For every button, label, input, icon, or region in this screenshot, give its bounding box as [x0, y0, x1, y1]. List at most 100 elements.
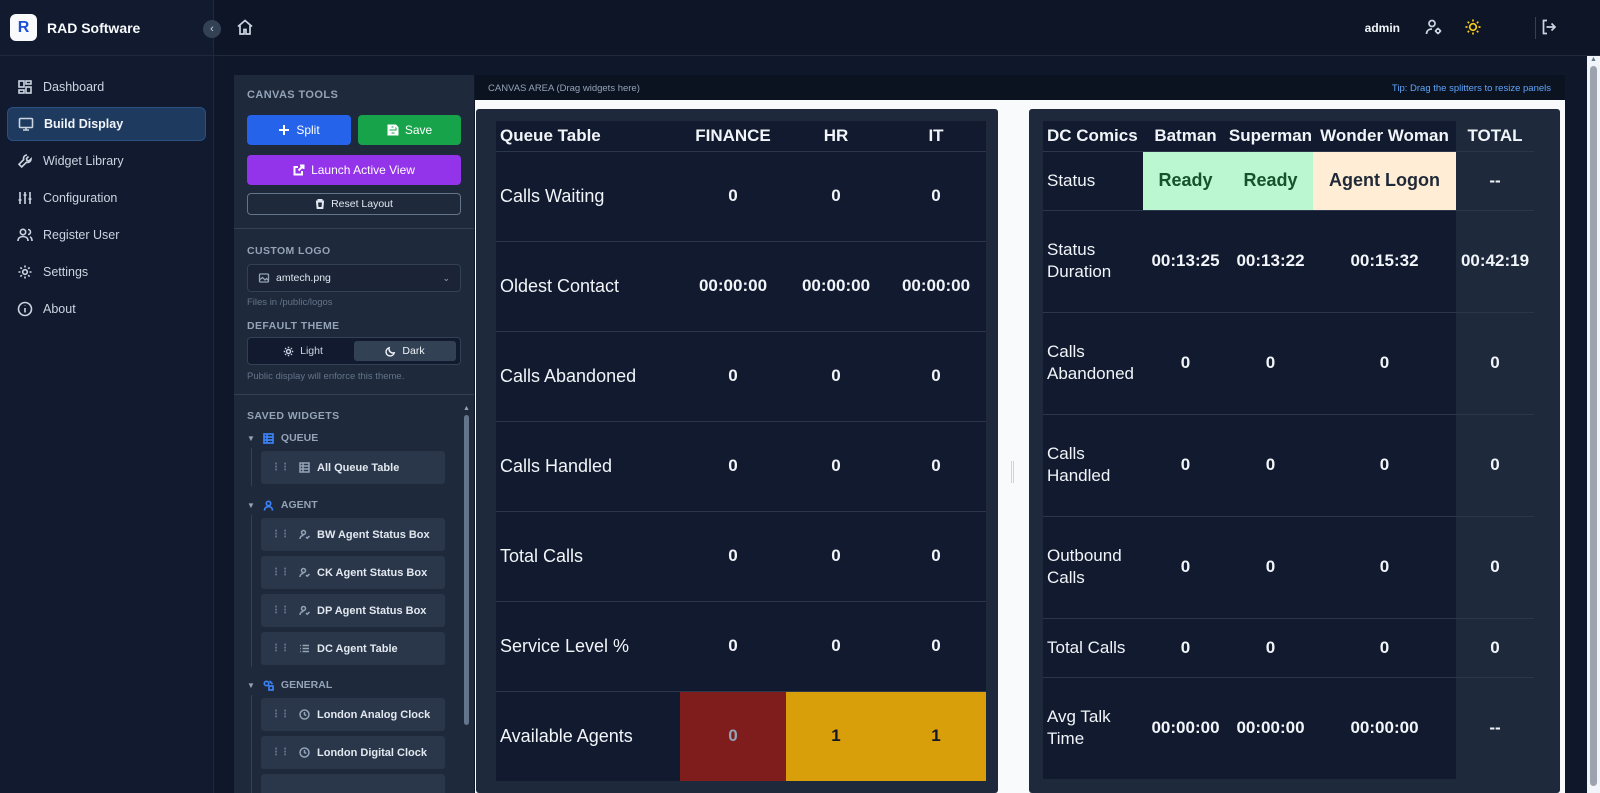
table-cell: 0: [786, 330, 886, 421]
scroll-up-arrow-icon[interactable]: ▲: [463, 405, 470, 412]
drag-handle-icon[interactable]: ⋮⋮: [271, 643, 290, 654]
launch-label: Launch Active View: [311, 163, 415, 177]
queue-table: Queue Table FINANCE HR IT Calls Waiting …: [496, 121, 986, 781]
table-cell: 0: [680, 510, 786, 601]
brand-logo-icon: R: [10, 14, 37, 41]
row-label: Avg Talk Time: [1043, 676, 1143, 779]
nav-item-widget-library[interactable]: Widget Library: [7, 144, 206, 178]
widget-item-label: DC Agent Table: [317, 642, 398, 655]
table-cell: 0: [886, 330, 986, 421]
divider: [1535, 17, 1536, 39]
gear-icon: [18, 265, 32, 279]
save-button[interactable]: Save: [358, 115, 461, 145]
theme-toggle-sun-icon[interactable]: [1464, 18, 1484, 38]
table-cell: 00:13:25: [1143, 209, 1228, 312]
user-icon: [263, 499, 274, 511]
row-label: Status Duration: [1043, 209, 1143, 312]
row-label: Calls Abandoned: [496, 330, 680, 421]
table-row: Calls Handled 0 0 0 0: [1043, 413, 1534, 516]
table-cell-warning: 1: [786, 690, 886, 781]
widget-item-label: London Analog Clock: [317, 708, 431, 721]
table-cell: 0: [1456, 617, 1534, 677]
table-cell: 0: [886, 510, 986, 601]
tools-scrollbar[interactable]: ▲: [463, 405, 470, 793]
page-scrollbar[interactable]: ▲: [1587, 56, 1600, 793]
user-check-icon: [299, 605, 310, 616]
table-row: Outbound Calls 0 0 0 0: [1043, 515, 1534, 618]
table-row: Calls Abandoned 0 0 0: [496, 330, 986, 421]
reset-layout-button[interactable]: Reset Layout: [247, 193, 461, 215]
drag-handle-icon[interactable]: ⋮⋮: [271, 709, 290, 720]
widget-item-dc-agent-table[interactable]: ⋮⋮ DC Agent Table: [261, 632, 445, 665]
widget-item-bw-agent-status-box[interactable]: ⋮⋮ BW Agent Status Box: [261, 518, 445, 551]
theme-option-light[interactable]: Light: [252, 341, 354, 361]
canvas-tools-title: CANVAS TOOLS: [247, 89, 339, 101]
widget-item-label: BW Agent Status Box: [317, 528, 430, 541]
widget-group-queue[interactable]: ▼ QUEUE: [247, 432, 318, 444]
drag-handle-icon[interactable]: ⋮⋮: [271, 747, 290, 758]
table-cell: 0: [1313, 515, 1456, 618]
drag-handle-icon[interactable]: ⋮⋮: [271, 567, 290, 578]
table-cell: 0: [1143, 515, 1228, 618]
sidebar-collapse-button[interactable]: ‹: [203, 20, 221, 38]
table-row: Oldest Contact 00:00:00 00:00:00 00:00:0…: [496, 240, 986, 331]
floppy-icon: [387, 124, 399, 136]
user-settings-icon[interactable]: [1425, 18, 1445, 38]
tree-line: [251, 695, 252, 793]
widget-item-all-queue-table[interactable]: ⋮⋮ All Queue Table: [261, 451, 445, 484]
drag-handle-icon[interactable]: ⋮⋮: [271, 462, 290, 473]
custom-logo-select[interactable]: amtech.png ⌄: [247, 264, 461, 292]
nav-item-configuration[interactable]: Configuration: [7, 181, 206, 215]
nav-item-about[interactable]: About: [7, 292, 206, 326]
saved-widgets-title: SAVED WIDGETS: [247, 410, 340, 422]
widget-item-london-digital-clock[interactable]: ⋮⋮ London Digital Clock: [261, 736, 445, 769]
home-icon[interactable]: [236, 18, 256, 38]
widget-item-partial[interactable]: [261, 774, 445, 793]
nav-item-register-user[interactable]: Register User: [7, 218, 206, 252]
widget-item-london-analog-clock[interactable]: ⋮⋮ London Analog Clock: [261, 698, 445, 731]
logo-hint: Files in /public/logos: [247, 297, 333, 308]
widget-item-dp-agent-status-box[interactable]: ⋮⋮ DP Agent Status Box: [261, 594, 445, 627]
scrollbar-thumb[interactable]: [1590, 66, 1597, 786]
table-cell: 0: [786, 420, 886, 511]
drag-handle-icon[interactable]: ⋮⋮: [271, 529, 290, 540]
widget-item-label: All Queue Table: [317, 461, 400, 474]
widget-item-ck-agent-status-box[interactable]: ⋮⋮ CK Agent Status Box: [261, 556, 445, 589]
canvas-tip: Tip: Drag the splitters to resize panels: [1391, 83, 1551, 94]
panel-splitter[interactable]: [1005, 109, 1022, 793]
chevron-down-icon: ▼: [247, 433, 255, 443]
agent-table-widget[interactable]: DC Comics Batman Superman Wonder Woman T…: [1029, 109, 1560, 793]
row-label: Status: [1043, 150, 1143, 210]
row-label: Outbound Calls: [1043, 515, 1143, 618]
table-cell: 00:13:22: [1228, 209, 1313, 312]
table-cell: 00:00:00: [886, 240, 986, 331]
split-button[interactable]: Split: [247, 115, 351, 145]
agent-table: DC Comics Batman Superman Wonder Woman T…: [1043, 121, 1534, 779]
table-cell: 0: [1313, 413, 1456, 516]
status-badge: Ready: [1228, 150, 1313, 210]
queue-table-widget[interactable]: Queue Table FINANCE HR IT Calls Waiting …: [476, 109, 998, 793]
user-check-icon: [299, 529, 310, 540]
nav-item-dashboard[interactable]: Dashboard: [7, 70, 206, 104]
drag-handle-icon[interactable]: ⋮⋮: [271, 605, 290, 616]
custom-logo-value: amtech.png: [276, 272, 331, 284]
logout-icon[interactable]: [1540, 18, 1560, 38]
widget-group-general[interactable]: ▼ GENERAL: [247, 679, 332, 691]
theme-option-dark[interactable]: Dark: [354, 341, 456, 361]
nav-item-build-display[interactable]: Build Display: [7, 107, 206, 141]
widget-item-label: CK Agent Status Box: [317, 566, 428, 579]
widget-group-agent[interactable]: ▼ AGENT: [247, 499, 318, 511]
row-label: Available Agents: [496, 690, 680, 781]
launch-active-view-button[interactable]: Launch Active View: [247, 155, 461, 185]
table-header-row: DC Comics Batman Superman Wonder Woman T…: [1043, 121, 1534, 151]
default-theme-title: DEFAULT THEME: [247, 320, 340, 332]
row-label: Service Level %: [496, 600, 680, 691]
nav-item-settings[interactable]: Settings: [7, 255, 206, 289]
theme-dark-label: Dark: [402, 345, 425, 357]
list-icon: [300, 644, 309, 653]
row-label: Calls Waiting: [496, 150, 680, 241]
scrollbar-thumb[interactable]: [464, 415, 469, 725]
brand[interactable]: R RAD Software: [0, 0, 213, 56]
scroll-up-arrow-icon[interactable]: ▲: [1590, 56, 1597, 63]
table-cell: --: [1456, 676, 1534, 779]
